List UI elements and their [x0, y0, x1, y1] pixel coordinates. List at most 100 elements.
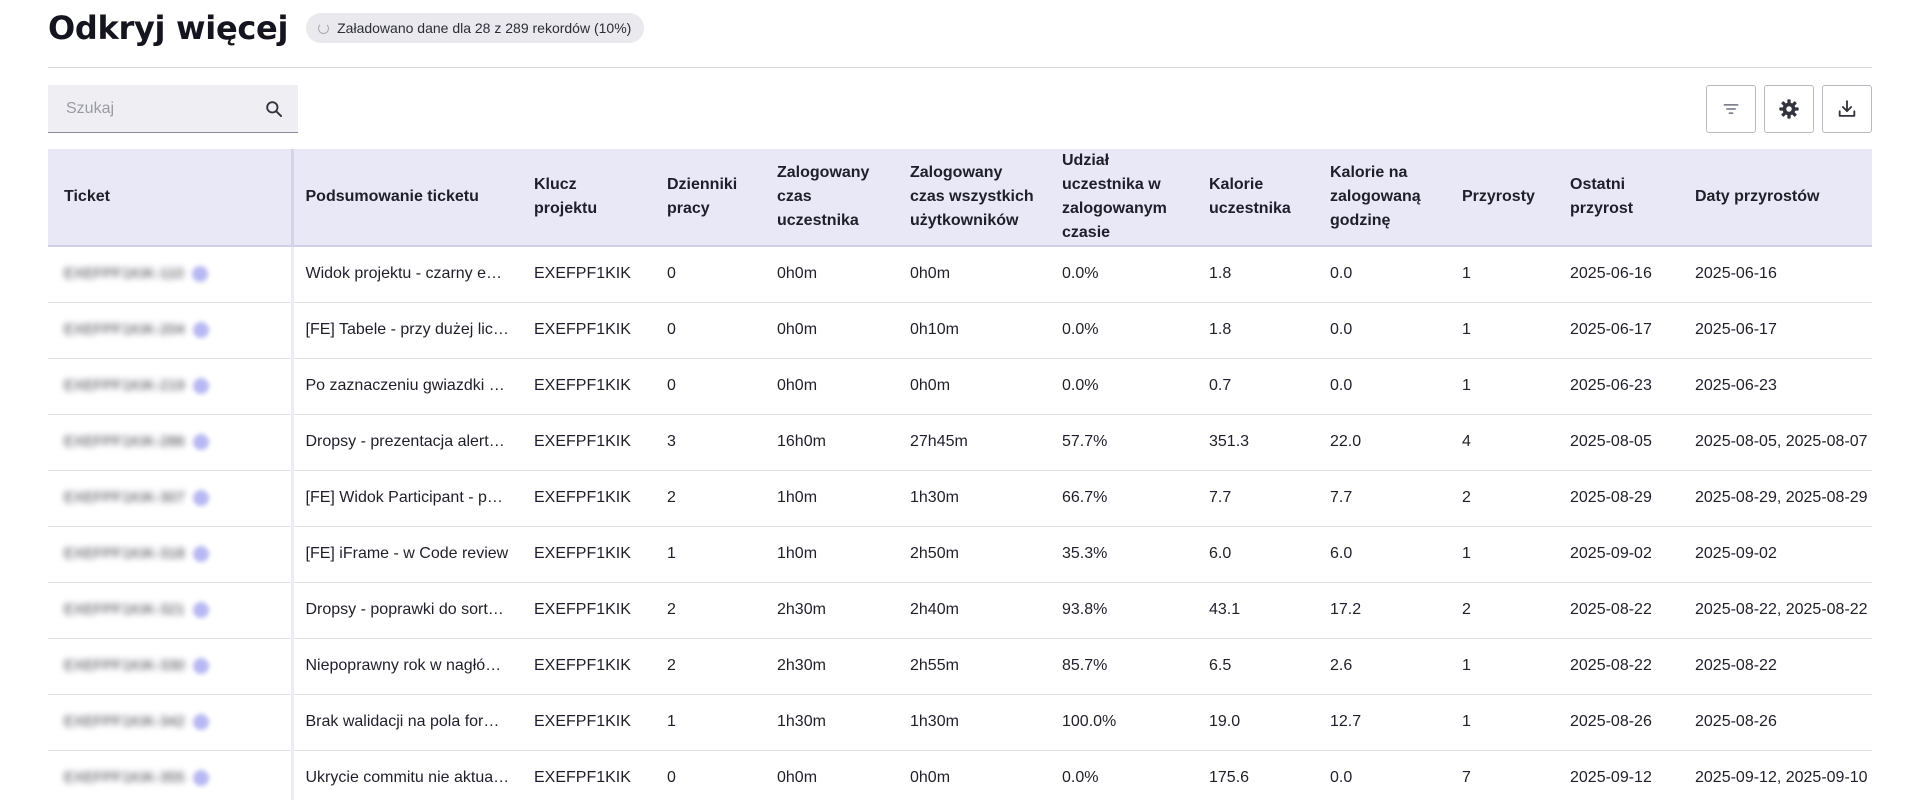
- ticket-cell[interactable]: EXEFPF1KIK-110: [48, 246, 294, 303]
- table-row[interactable]: EXEFPF1KIK-219 Po zaznaczeniu gwiazdki ul…: [48, 358, 1872, 415]
- ticket-cell[interactable]: EXEFPF1KIK-219: [48, 358, 294, 415]
- external-link-icon[interactable]: [192, 713, 209, 730]
- ticket-id[interactable]: EXEFPF1KIK-286: [64, 433, 185, 450]
- ticket-id[interactable]: EXEFPF1KIK-307: [64, 489, 185, 506]
- table-row[interactable]: EXEFPF1KIK-110 Widok projektu - czarny ek…: [48, 246, 1872, 303]
- ticket-link[interactable]: EXEFPF1KIK-321: [64, 601, 209, 618]
- search-input[interactable]: [64, 98, 258, 119]
- column-header-last-increment[interactable]: Ostatni przyrost: [1558, 149, 1683, 247]
- settings-button[interactable]: [1764, 85, 1814, 133]
- ticket-cell[interactable]: EXEFPF1KIK-355: [48, 750, 294, 800]
- column-header-ticket[interactable]: Ticket: [48, 149, 294, 247]
- ticket-id[interactable]: EXEFPF1KIK-219: [64, 377, 185, 394]
- table-row[interactable]: EXEFPF1KIK-286 Dropsy - prezentacja alert…: [48, 414, 1872, 471]
- column-header-increments[interactable]: Przyrosty: [1450, 149, 1558, 247]
- ticket-cell[interactable]: EXEFPF1KIK-286: [48, 414, 294, 471]
- ticket-id[interactable]: EXEFPF1KIK-204: [64, 321, 185, 338]
- ticket-cell[interactable]: EXEFPF1KIK-342: [48, 694, 294, 751]
- ticket-link[interactable]: EXEFPF1KIK-219: [64, 377, 209, 394]
- external-link-icon[interactable]: [192, 433, 209, 450]
- external-link-icon[interactable]: [192, 489, 209, 506]
- ticket-link[interactable]: EXEFPF1KIK-286: [64, 433, 209, 450]
- external-link-icon[interactable]: [192, 321, 209, 338]
- ticket-cell[interactable]: EXEFPF1KIK-321: [48, 582, 294, 639]
- ticket-link[interactable]: EXEFPF1KIK-330: [64, 657, 209, 674]
- participant-time-cell: 0h0m: [765, 302, 898, 359]
- column-header-participant-calories[interactable]: Kalorie uczestnika: [1197, 149, 1318, 247]
- all-users-time-cell: 0h0m: [898, 246, 1050, 303]
- ticket-cell[interactable]: EXEFPF1KIK-330: [48, 638, 294, 695]
- ticket-link[interactable]: EXEFPF1KIK-355: [64, 769, 209, 786]
- ticket-link[interactable]: EXEFPF1KIK-110: [64, 265, 208, 282]
- participant-time-cell: 0h0m: [765, 246, 898, 303]
- download-button[interactable]: [1822, 85, 1872, 133]
- calories-per-hour-cell: 0.0: [1318, 358, 1450, 415]
- external-link-icon[interactable]: [191, 265, 208, 282]
- ticket-link[interactable]: EXEFPF1KIK-307: [64, 489, 209, 506]
- table-row[interactable]: EXEFPF1KIK-321 Dropsy - poprawki do sorto…: [48, 582, 1872, 639]
- table-row[interactable]: EXEFPF1KIK-318 [FE] iFrame - w Code revie…: [48, 526, 1872, 583]
- table-row[interactable]: EXEFPF1KIK-307 [FE] Widok Participant - p…: [48, 470, 1872, 527]
- ticket-id[interactable]: EXEFPF1KIK-321: [64, 601, 185, 618]
- participant-time-cell: 0h0m: [765, 358, 898, 415]
- column-header-project-key[interactable]: Klucz projektu: [522, 149, 655, 247]
- calories-per-hour-cell: 0.0: [1318, 302, 1450, 359]
- table-row[interactable]: EXEFPF1KIK-342 Brak walidacji na pola for…: [48, 694, 1872, 751]
- external-link-icon[interactable]: [192, 601, 209, 618]
- ticket-link[interactable]: EXEFPF1KIK-204: [64, 321, 209, 338]
- external-link-icon[interactable]: [192, 545, 209, 562]
- search-icon[interactable]: [264, 99, 284, 119]
- search-box[interactable]: [48, 85, 298, 133]
- column-header-participant-share[interactable]: Udział uczestnika w zalogowanym czasie: [1050, 149, 1197, 247]
- ticket-id[interactable]: EXEFPF1KIK-342: [64, 713, 185, 730]
- ticket-cell[interactable]: EXEFPF1KIK-204: [48, 302, 294, 359]
- calories-per-hour-cell: 0.0: [1318, 246, 1450, 303]
- table-row[interactable]: EXEFPF1KIK-330 Niepoprawny rok w nagłówku…: [48, 638, 1872, 695]
- participant-time-cell: 1h30m: [765, 694, 898, 751]
- ticket-cell[interactable]: EXEFPF1KIK-307: [48, 470, 294, 527]
- project-key-cell: EXEFPF1KIK: [522, 750, 655, 800]
- last-increment-cell: 2025-06-23: [1558, 358, 1683, 415]
- ticket-link[interactable]: EXEFPF1KIK-318: [64, 545, 209, 562]
- loading-spinner-icon: [318, 22, 330, 34]
- external-link-icon[interactable]: [192, 377, 209, 394]
- external-link-icon[interactable]: [192, 657, 209, 674]
- filter-button[interactable]: [1706, 85, 1756, 133]
- project-key-cell: EXEFPF1KIK: [522, 582, 655, 639]
- increment-dates-cell: 2025-06-16: [1683, 246, 1872, 303]
- ticket-id[interactable]: EXEFPF1KIK-318: [64, 545, 185, 562]
- increment-dates-cell: 2025-08-05, 2025-08-07: [1683, 414, 1872, 471]
- column-header-calories-per-hour[interactable]: Kalorie na zalogowaną godzinę: [1318, 149, 1450, 247]
- ticket-id[interactable]: EXEFPF1KIK-330: [64, 657, 185, 674]
- status-text: Załadowano dane dla 28 z 289 rekordów (1…: [337, 20, 632, 36]
- ticket-link[interactable]: EXEFPF1KIK-342: [64, 713, 209, 730]
- column-header-all-users-time[interactable]: Zalogowany czas wszystkich użytkowników: [898, 149, 1050, 247]
- column-header-summary[interactable]: Podsumowanie ticketu: [292, 149, 522, 247]
- ticket-id[interactable]: EXEFPF1KIK-355: [64, 769, 185, 786]
- external-link-icon[interactable]: [192, 769, 209, 786]
- last-increment-cell: 2025-06-17: [1558, 302, 1683, 359]
- all-users-time-cell: 0h0m: [898, 750, 1050, 800]
- all-users-time-cell: 0h0m: [898, 358, 1050, 415]
- all-users-time-cell: 1h30m: [898, 470, 1050, 527]
- tickets-table-container[interactable]: Ticket Podsumowanie ticketu Klucz projek…: [48, 149, 1872, 800]
- table-row[interactable]: EXEFPF1KIK-204 [FE] Tabele - przy dużej l…: [48, 302, 1872, 359]
- ticket-cell[interactable]: EXEFPF1KIK-318: [48, 526, 294, 583]
- table-row[interactable]: EXEFPF1KIK-355 Ukrycie commitu nie aktual…: [48, 750, 1872, 800]
- summary-cell: Widok projektu - czarny ekran po zmianie…: [292, 246, 522, 303]
- participant-time-cell: 16h0m: [765, 414, 898, 471]
- last-increment-cell: 2025-08-22: [1558, 638, 1683, 695]
- calories-per-hour-cell: 17.2: [1318, 582, 1450, 639]
- column-header-worklogs[interactable]: Dzienniki pracy: [655, 149, 765, 247]
- increments-cell: 1: [1450, 526, 1558, 583]
- increment-dates-cell: 2025-08-22, 2025-08-22: [1683, 582, 1872, 639]
- ticket-id[interactable]: EXEFPF1KIK-110: [64, 265, 184, 282]
- column-header-increment-dates[interactable]: Daty przyrostów: [1683, 149, 1872, 247]
- column-header-participant-time[interactable]: Zalogowany czas uczestnika: [765, 149, 898, 247]
- participant-share-cell: 66.7%: [1050, 470, 1197, 527]
- all-users-time-cell: 1h30m: [898, 694, 1050, 751]
- summary-cell: Niepoprawny rok w nagłówku: [292, 638, 522, 695]
- worklogs-cell: 2: [655, 638, 765, 695]
- summary-cell: [FE] iFrame - w Code review: [292, 526, 522, 583]
- summary-cell: Dropsy - prezentacja alertów na liście: [292, 414, 522, 471]
